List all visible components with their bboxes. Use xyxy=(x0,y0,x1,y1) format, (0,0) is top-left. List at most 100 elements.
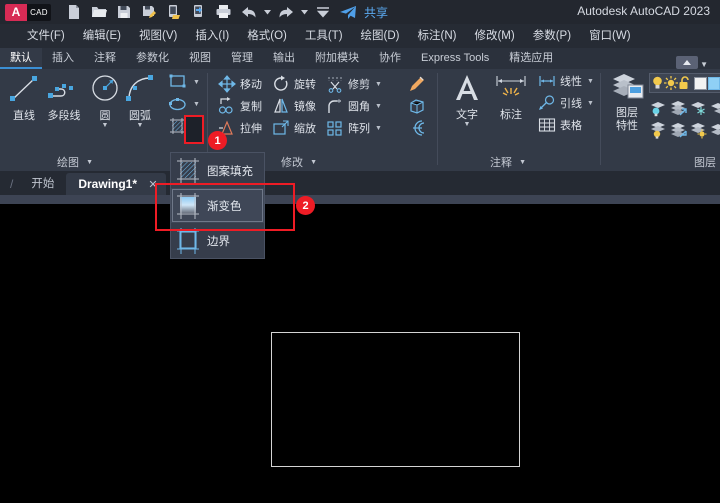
save-as-icon[interactable] xyxy=(136,0,161,24)
menu-item-draw[interactable]: 绘图(D) xyxy=(352,24,409,48)
layer-color-icon[interactable] xyxy=(693,76,708,90)
autocad-logo: A CAD xyxy=(5,3,51,21)
dimension-icon xyxy=(496,76,526,96)
customize-qat-icon[interactable] xyxy=(310,0,335,24)
menu-item-window[interactable]: 窗口(W) xyxy=(580,24,640,48)
open-folder-icon[interactable] xyxy=(86,0,111,24)
tool-text[interactable]: 文字 ▼ xyxy=(446,72,488,128)
tool-fillet[interactable]: 圆角 ▼ xyxy=(326,97,382,115)
redo-icon[interactable] xyxy=(273,0,298,24)
layer-off-icon[interactable] xyxy=(709,97,720,119)
layer-isolate-icon[interactable] xyxy=(649,97,669,119)
save-icon[interactable] xyxy=(111,0,136,24)
arc-icon xyxy=(126,75,153,101)
tool-leader[interactable]: 引线 ▼ xyxy=(538,95,594,111)
tool-explode[interactable] xyxy=(408,97,426,115)
layer-thaw-all-icon[interactable] xyxy=(689,119,709,141)
ribbon-tab-express-tools[interactable]: Express Tools xyxy=(411,48,499,69)
menu-item-insert[interactable]: 插入(I) xyxy=(186,24,238,48)
layer-unlock-icon[interactable] xyxy=(678,76,692,90)
ribbon-tab-parametric[interactable]: 参数化 xyxy=(126,48,179,69)
drawing-canvas[interactable] xyxy=(0,204,720,503)
logo-letter-a: A xyxy=(5,3,27,21)
tool-array[interactable]: 阵列 ▼ xyxy=(326,119,382,137)
tool-fillet-dropdown-icon[interactable]: ▼ xyxy=(375,103,382,110)
tool-trim-dropdown-icon[interactable]: ▼ xyxy=(375,81,382,88)
tool-circle[interactable]: 圆 ▼ xyxy=(88,72,122,129)
share-label[interactable]: 共享 xyxy=(364,4,388,21)
tool-line[interactable]: 直线 xyxy=(6,72,42,123)
panel-draw-label[interactable]: 绘图 ▼ xyxy=(0,154,150,170)
tool-scale[interactable]: 缩放 xyxy=(272,119,316,137)
open-from-web-icon[interactable] xyxy=(186,0,211,24)
layer-plot-icon[interactable] xyxy=(707,76,720,90)
ribbon-minimize-dropdown-icon[interactable]: ▼ xyxy=(700,60,708,69)
ribbon-tab-view[interactable]: 视图 xyxy=(179,48,221,69)
file-tab-start[interactable]: 开始 xyxy=(19,173,66,195)
layer-properties-icon xyxy=(613,74,644,99)
ribbon-tab-addins[interactable]: 附加模块 xyxy=(305,48,369,69)
menu-item-view[interactable]: 视图(V) xyxy=(130,24,186,48)
panel-annotation-label[interactable]: 注释 ▼ xyxy=(428,154,588,170)
ribbon-tab-insert[interactable]: 插入 xyxy=(42,48,84,69)
tool-rotate[interactable]: 旋转 xyxy=(272,75,316,93)
layer-thaw-icon[interactable] xyxy=(664,76,679,90)
undo-dropdown-icon[interactable] xyxy=(261,0,273,24)
menu-item-modify[interactable]: 修改(M) xyxy=(465,24,523,48)
tool-dimension[interactable]: 标注 xyxy=(490,72,532,122)
ribbon-tab-home[interactable]: 默认 xyxy=(0,48,42,69)
menu-item-edit[interactable]: 编辑(E) xyxy=(74,24,130,48)
tool-table[interactable]: 表格 xyxy=(538,117,582,133)
ribbon-minimize-icon[interactable] xyxy=(676,56,699,69)
panel-layers-label[interactable]: 图层 xyxy=(601,154,720,170)
tool-arc[interactable]: 圆弧 ▼ xyxy=(120,72,160,129)
ribbon-tab-featured-apps[interactable]: 精选应用 xyxy=(499,48,563,69)
plot-print-icon[interactable] xyxy=(211,0,236,24)
layer-freeze-icon[interactable] xyxy=(689,97,709,119)
file-tab-drawing1[interactable]: Drawing1* ✕ xyxy=(66,173,166,195)
tool-array-dropdown-icon[interactable]: ▼ xyxy=(375,125,382,132)
ribbon-tab-manage[interactable]: 管理 xyxy=(221,48,263,69)
undo-icon[interactable] xyxy=(236,0,261,24)
menu-item-format[interactable]: 格式(O) xyxy=(238,24,296,48)
tool-copy[interactable]: 复制 xyxy=(218,97,262,115)
tool-leader-dropdown-icon[interactable]: ▼ xyxy=(587,100,594,107)
tool-ellipse[interactable]: ▼ xyxy=(168,95,200,113)
menu-item-parametric[interactable]: 参数(P) xyxy=(524,24,580,48)
menu-item-dimension[interactable]: 标注(N) xyxy=(409,24,466,48)
tool-ellipse-dropdown-icon[interactable]: ▼ xyxy=(193,101,200,108)
ribbon-tab-annotate[interactable]: 注释 xyxy=(84,48,126,69)
menu-item-tools[interactable]: 工具(T) xyxy=(296,24,352,48)
tool-move[interactable]: 移动 xyxy=(218,75,262,93)
ribbon-tab-output[interactable]: 输出 xyxy=(263,48,305,69)
ribbon-tab-collaborate[interactable]: 协作 xyxy=(369,48,411,69)
tool-match-properties[interactable] xyxy=(408,75,426,93)
tool-layer-properties[interactable]: 图层 特性 xyxy=(605,72,649,133)
tool-rectangle[interactable]: ▼ xyxy=(168,73,200,91)
tool-linear-dimension[interactable]: 线性 ▼ xyxy=(538,73,594,89)
layer-match-icon[interactable] xyxy=(669,97,689,119)
match-properties-icon xyxy=(410,76,424,91)
tool-mirror[interactable]: 镜像 xyxy=(272,97,316,115)
layer-change-to-current-icon[interactable] xyxy=(669,119,689,141)
panel-draw-expand-icon[interactable]: ▼ xyxy=(86,159,93,166)
tool-offset[interactable] xyxy=(408,119,426,137)
redo-dropdown-icon[interactable] xyxy=(298,0,310,24)
new-file-icon[interactable] xyxy=(61,0,86,24)
share-icon[interactable] xyxy=(335,0,360,24)
panel-modify-expand-icon[interactable]: ▼ xyxy=(310,159,317,166)
layer-previous-icon[interactable] xyxy=(709,119,720,141)
tool-linear-dimension-dropdown-icon[interactable]: ▼ xyxy=(587,78,594,85)
panel-annotation-expand-icon[interactable]: ▼ xyxy=(519,159,526,166)
tool-polyline[interactable]: 多段线 xyxy=(42,72,86,123)
tool-text-dropdown-icon[interactable]: ▼ xyxy=(464,121,471,128)
tool-rectangle-dropdown-icon[interactable]: ▼ xyxy=(193,79,200,86)
layer-on-off-icon[interactable] xyxy=(650,76,664,90)
layer-turn-all-on-icon[interactable] xyxy=(649,119,669,141)
menu-item-file[interactable]: 文件(F) xyxy=(18,24,74,48)
tool-trim[interactable]: 修剪 ▼ xyxy=(326,75,382,93)
tool-arc-dropdown-icon[interactable]: ▼ xyxy=(137,122,144,129)
save-to-web-icon[interactable] xyxy=(161,0,186,24)
tool-circle-dropdown-icon[interactable]: ▼ xyxy=(102,122,109,129)
drawn-rectangle[interactable] xyxy=(271,332,520,467)
